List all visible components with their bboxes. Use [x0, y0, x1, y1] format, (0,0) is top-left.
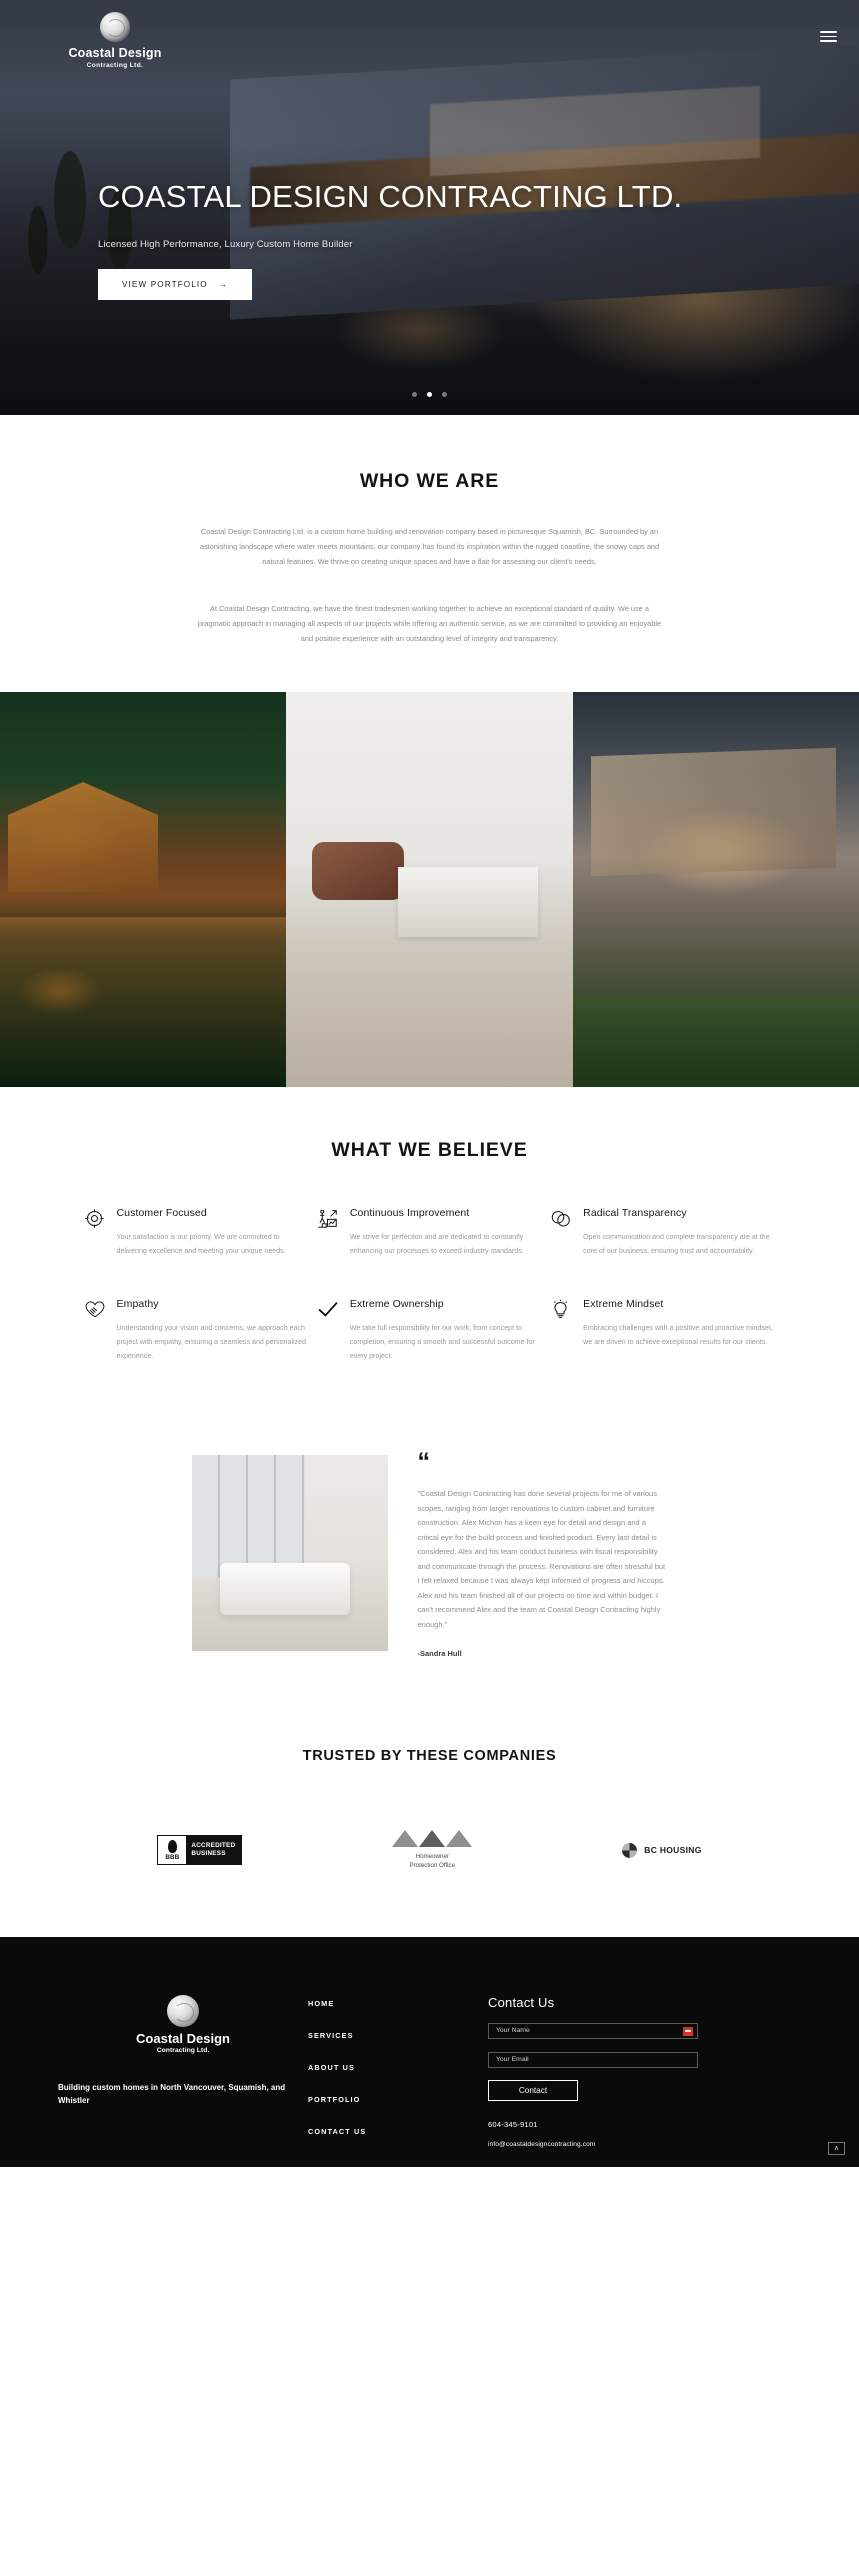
target-icon [84, 1206, 106, 1259]
hero-section: Coastal Design Contracting Ltd. COASTAL … [0, 0, 859, 415]
testimonial-image [191, 1455, 388, 1652]
email-field-placeholder: Your Email [496, 2056, 529, 2064]
view-portfolio-button[interactable]: VIEW PORTFOLIO → [98, 268, 253, 300]
value-text: Your satisfaction is our priority. We ar… [116, 1233, 286, 1256]
who-we-are-title: WHO WE ARE [359, 470, 500, 492]
contact-submit-button[interactable]: Contact [488, 2079, 578, 2101]
value-heading: Extreme Mindset [583, 1297, 664, 1310]
footer-logo-name: Coastal Design [136, 2030, 230, 2046]
footer-brand: Coastal Design Contracting Ltd. Building… [58, 1994, 308, 2159]
required-badge-icon [683, 2026, 693, 2036]
value-card-empathy: Empathy Understanding your vision and co… [84, 1297, 309, 1364]
bc-housing-mark-icon [622, 1842, 638, 1858]
value-heading: Empathy [116, 1297, 159, 1310]
bc-housing-label: BC HOUSING [644, 1845, 702, 1856]
trusted-by-title: TRUSTED BY THESE COMPANIES [302, 1748, 557, 1765]
footer-nav-services[interactable]: SERVICES [308, 2031, 488, 2040]
bc-housing-logo: BC HOUSING [622, 1842, 702, 1858]
value-text: We strive for perfection and are dedicat… [349, 1233, 524, 1256]
what-we-believe-title: WHAT WE BELIEVE [331, 1139, 528, 1162]
handshake-heart-icon [84, 1297, 106, 1364]
value-text: Embracing challenges with a positive and… [583, 1323, 773, 1347]
value-card-radical-transparency: Radical Transparency Open communication … [550, 1206, 775, 1259]
who-we-are-paragraph-2: At Coastal Design Contracting, we have t… [197, 603, 662, 643]
carousel-dot-3[interactable] [442, 392, 448, 397]
homeowner-protection-office-logo: Homeowner Protection Office [392, 1830, 473, 1871]
lightbulb-icon [550, 1297, 572, 1364]
footer-nav: HOME SERVICES ABOUT US PORTFOLIO CONTACT… [308, 1995, 488, 2159]
gallery-image-interior[interactable] [286, 692, 573, 1088]
bbb-torch-icon [167, 1839, 177, 1853]
scroll-to-top-button[interactable]: ∧ [828, 2141, 845, 2155]
bbb-accredited-business-logo: BBB ACCREDITED BUSINESS [157, 1835, 243, 1866]
value-card-customer-focused: Customer Focused Your satisfaction is ou… [84, 1206, 309, 1259]
carousel-dot-1[interactable] [411, 392, 417, 397]
value-card-extreme-mindset: Extreme Mindset Embracing challenges wit… [550, 1297, 775, 1364]
gallery-section [0, 692, 859, 1088]
site-footer: Coastal Design Contracting Ltd. Building… [0, 1936, 859, 2167]
trusted-by-section: TRUSTED BY THESE COMPANIES BBB ACCREDITE… [0, 1714, 859, 1937]
testimonial-section: “ "Coastal Design Contracting has done s… [0, 1429, 859, 1715]
footer-logo-subtitle: Contracting Ltd. [156, 2047, 210, 2055]
footer-nav-home[interactable]: HOME [308, 1999, 488, 2008]
overlapping-circles-icon [550, 1206, 572, 1259]
quote-icon: “ [417, 1448, 431, 1477]
gallery-image-modern-home[interactable] [572, 692, 859, 1088]
name-field-placeholder: Your Name [496, 2027, 530, 2035]
contact-us-title: Contact Us [488, 1994, 555, 2010]
values-grid: Customer Focused Your satisfaction is ou… [80, 1206, 780, 1401]
footer-nav-contact-us[interactable]: CONTACT US [308, 2127, 488, 2136]
logo-subtitle: Contracting Ltd. [86, 62, 144, 70]
footer-email[interactable]: info@coastaldesigncontracting.com [488, 2141, 801, 2148]
footer-contact: Contact Us Your Name Your Email Contact … [488, 1995, 801, 2159]
bbb-line-2: BUSINESS [191, 1850, 226, 1858]
footer-nav-about-us[interactable]: ABOUT US [308, 2063, 488, 2072]
chevron-houses-icon [392, 1830, 473, 1848]
hamburger-menu-icon[interactable] [820, 31, 837, 42]
who-we-are-section: WHO WE ARE Coastal Design Contracting Lt… [0, 415, 859, 693]
who-we-are-paragraph-1: Coastal Design Contracting Ltd. is a cus… [199, 527, 660, 567]
hpo-line-1: Homeowner [415, 1853, 449, 1861]
value-text: Open communication and complete transpar… [583, 1233, 770, 1256]
value-card-continuous-improvement: Continuous Improvement We strive for per… [317, 1206, 542, 1259]
footer-nav-portfolio[interactable]: PORTFOLIO [308, 2095, 488, 2104]
carousel-dots[interactable] [0, 384, 859, 402]
footer-moon-logo-icon [167, 1994, 199, 2027]
hero-copy: COASTAL DESIGN CONTRACTING LTD. Licensed… [0, 179, 859, 300]
testimonial-body: "Coastal Design Contracting has done sev… [417, 1489, 666, 1629]
value-heading: Extreme Ownership [349, 1297, 444, 1310]
testimonial-content: “ "Coastal Design Contracting has done s… [417, 1448, 668, 1659]
partner-logos: BBB ACCREDITED BUSINESS Homeowner Protec… [0, 1830, 859, 1871]
bbb-line-1: ACCREDITED [191, 1841, 236, 1849]
name-field[interactable]: Your Name [488, 2022, 698, 2039]
hpo-line-2: Protection Office [409, 1862, 456, 1870]
carousel-dot-2[interactable] [427, 392, 432, 397]
growth-chart-person-icon [317, 1206, 339, 1259]
footer-phone[interactable]: 604-345-9101 [488, 2120, 801, 2129]
arrow-right-icon: → [218, 279, 229, 289]
checkmark-icon [317, 1297, 339, 1364]
value-card-extreme-ownership: Extreme Ownership We take full responsib… [317, 1297, 542, 1364]
testimonial-author: -Sandra Hull [417, 1649, 462, 1659]
email-field[interactable]: Your Email [488, 2051, 698, 2068]
hero-tagline: Licensed High Performance, Luxury Custom… [98, 238, 353, 250]
view-portfolio-label: VIEW PORTFOLIO [122, 279, 208, 289]
value-heading: Customer Focused [116, 1207, 207, 1220]
logo-name: Coastal Design [68, 46, 162, 60]
value-heading: Radical Transparency [583, 1207, 687, 1220]
footer-tagline: Building custom homes in North Vancouver… [58, 2083, 286, 2106]
site-logo[interactable]: Coastal Design Contracting Ltd. [60, 12, 170, 69]
gallery-image-cabin[interactable] [0, 692, 287, 1088]
landing-page: Coastal Design Contracting Ltd. COASTAL … [0, 0, 859, 2167]
moon-logo-icon [100, 12, 130, 42]
value-heading: Continuous Improvement [349, 1207, 470, 1220]
value-text: We take full responsibility for our work… [349, 1323, 535, 1361]
value-text: Understanding your vision and concerns, … [116, 1323, 307, 1361]
hero-title: COASTAL DESIGN CONTRACTING LTD. [98, 179, 683, 214]
bbb-mark-label: BBB [165, 1853, 180, 1861]
what-we-believe-section: WHAT WE BELIEVE Customer Focused Your sa… [0, 1087, 859, 1430]
